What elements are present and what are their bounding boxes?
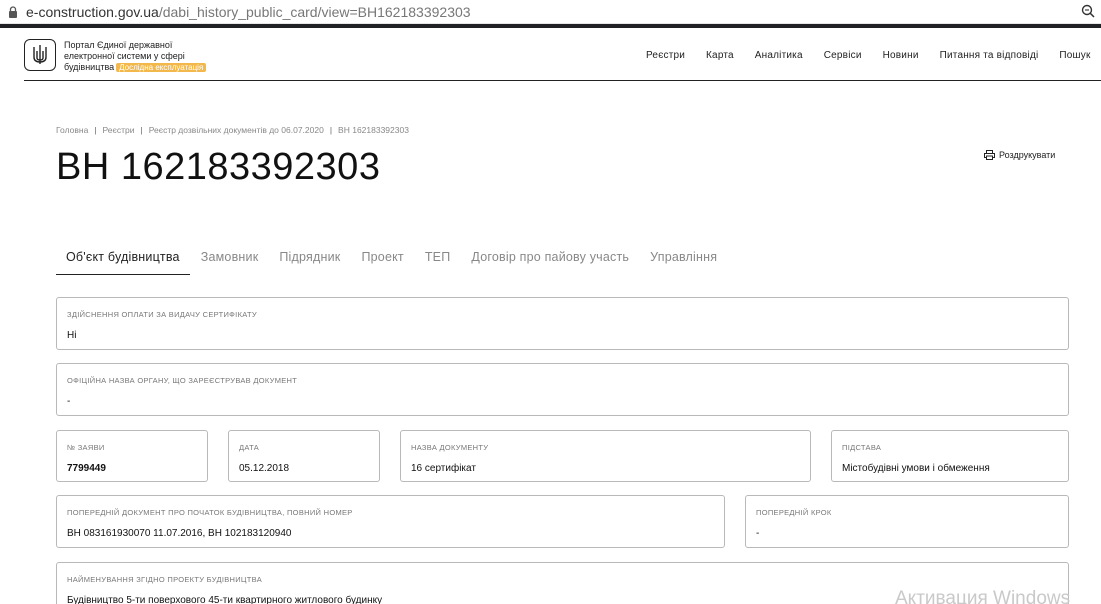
portal-name-line2: електронної системи у сфері (64, 51, 185, 61)
field-value: 05.12.2018 (239, 463, 290, 474)
breadcrumb-registry[interactable]: Реєстр дозвільних документів до 06.07.20… (149, 125, 324, 135)
field-label: Попередній документ про початок будівниц… (67, 508, 353, 517)
page-title: ВН 162183392303 (56, 146, 381, 188)
field-value: Ні (67, 330, 77, 341)
field-label: Попередній крок (756, 508, 832, 517)
print-button[interactable]: Роздрукувати (984, 150, 1055, 160)
field-payment: Здійснення оплати за видачу сертифікату … (56, 297, 1069, 350)
field-label: Найменування згідно проекту будівництва (67, 575, 263, 584)
tab-management[interactable]: Управління (640, 247, 727, 275)
field-label: Офіційна назва органу, що зареєстрував д… (67, 376, 298, 385)
nav-news[interactable]: Новини (883, 50, 919, 61)
portal-name-line1: Портал Єдиної державної (64, 40, 173, 50)
tab-customer[interactable]: Замовник (191, 247, 269, 275)
field-date: Дата 05.12.2018 (228, 430, 380, 482)
nav-services[interactable]: Сервіси (824, 50, 862, 61)
browser-address-bar[interactable]: e-construction.gov.ua/dabi_history_publi… (0, 0, 1101, 24)
field-value: - (756, 528, 760, 539)
breadcrumb: Головна | Реєстри | Реєстр дозвільних докуме… (56, 125, 409, 135)
tab-share-agreement[interactable]: Договір про пайову участь (461, 247, 639, 275)
url-path: /dabi_history_public_card/view=BH1621833… (158, 3, 471, 20)
field-prev-step: Попередній крок - (745, 495, 1069, 548)
nav-faq[interactable]: Питання та відповіді (940, 50, 1039, 61)
zoom-icon[interactable] (1081, 4, 1095, 18)
field-authority: Офіційна назва органу, що зареєстрував д… (56, 363, 1069, 416)
field-label: Підстава (842, 443, 882, 452)
field-value: - (67, 396, 71, 407)
breadcrumb-current: ВН 162183392303 (338, 125, 409, 135)
url-host: e-construction.gov.ua (26, 3, 159, 20)
nav-search[interactable]: Пошук (1059, 50, 1090, 61)
field-value: 16 сертифікат (411, 463, 476, 474)
nav-map[interactable]: Карта (706, 50, 734, 61)
field-value: Будівництво 5-ти поверхового 45-ти кварт… (67, 595, 383, 604)
browser-divider (0, 24, 1101, 28)
breadcrumb-registries[interactable]: Реєстри (103, 125, 135, 135)
nav-analytics[interactable]: Аналітика (755, 50, 803, 61)
portal-name-line3: будівництва (64, 62, 115, 72)
breadcrumb-home[interactable]: Головна (56, 125, 88, 135)
tab-contractor[interactable]: Підрядник (269, 247, 350, 275)
beta-badge: Дослідна експлуатація (116, 63, 207, 72)
field-value: 7799449 (67, 463, 106, 474)
field-label: Дата (239, 443, 260, 452)
field-label: Здійснення оплати за видачу сертифікату (67, 310, 257, 319)
field-value: ВН 083161930070 11.07.2016, ВН 102183120… (67, 528, 292, 539)
tab-tep[interactable]: ТЕП (415, 247, 461, 275)
lock-icon (9, 5, 17, 18)
field-basis: Підстава Містобудівні умови і обмеження (831, 430, 1069, 482)
site-header: Портал Єдиної державної електронної сист… (24, 30, 1101, 81)
main-nav: Реєстри Карта Аналітика Сервіси Новини П… (646, 50, 1101, 61)
print-label: Роздрукувати (999, 150, 1056, 160)
portal-name[interactable]: Портал Єдиної державної електронної сист… (64, 40, 207, 73)
nav-registries[interactable]: Реєстри (646, 50, 685, 61)
tab-bar: Об'єкт будівництва Замовник Підрядник Пр… (56, 247, 728, 275)
field-value: Містобудівні умови і обмеження (842, 463, 990, 474)
tab-construction-object[interactable]: Об'єкт будівництва (56, 247, 190, 275)
windows-activation-watermark: Активация Windows (895, 588, 1071, 604)
field-doc-name: Назва документу 16 сертифікат (400, 430, 811, 482)
printer-icon (984, 150, 995, 160)
tab-project[interactable]: Проект (351, 247, 413, 275)
trident-logo-icon[interactable] (24, 39, 56, 71)
field-label: Назва документу (411, 443, 489, 452)
field-label: № заяви (67, 443, 105, 452)
field-application-no: № заяви 7799449 (56, 430, 208, 482)
url-text[interactable]: e-construction.gov.ua/dabi_history_publi… (26, 4, 471, 20)
field-prev-doc: Попередній документ про початок будівниц… (56, 495, 725, 548)
